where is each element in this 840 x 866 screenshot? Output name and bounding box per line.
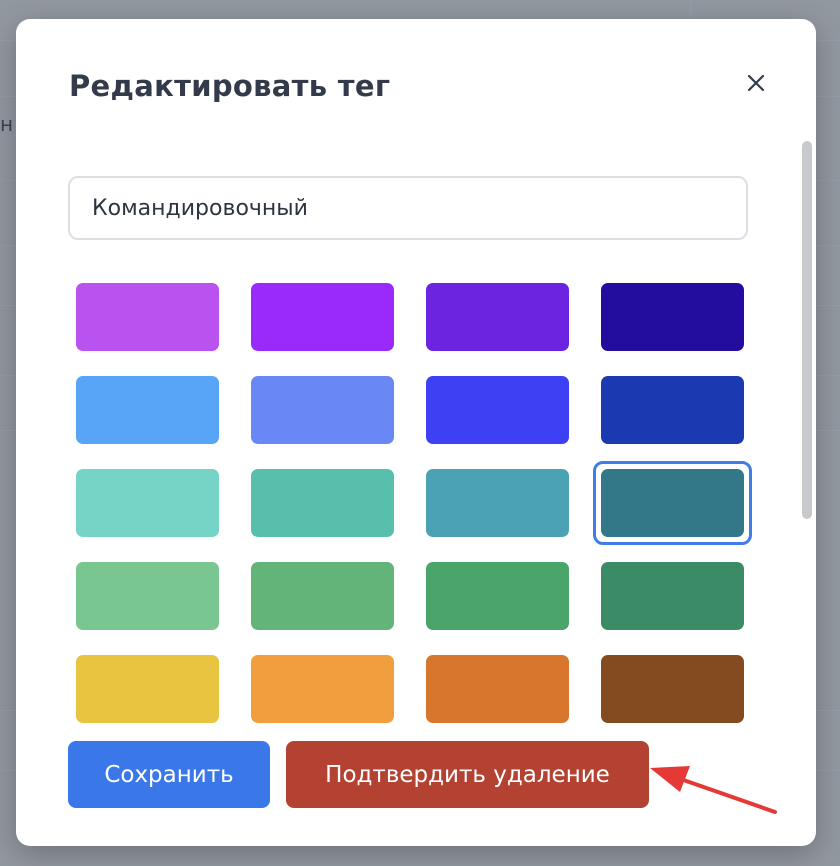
color-swatch[interactable] bbox=[601, 655, 744, 723]
color-swatch[interactable] bbox=[601, 283, 744, 351]
close-button[interactable] bbox=[744, 71, 768, 95]
save-button[interactable]: Сохранить bbox=[68, 741, 270, 808]
close-icon bbox=[747, 74, 765, 92]
color-swatch[interactable] bbox=[76, 562, 219, 630]
color-swatch[interactable] bbox=[76, 376, 219, 444]
color-swatch[interactable] bbox=[426, 655, 569, 723]
color-palette bbox=[68, 264, 768, 724]
color-swatch[interactable] bbox=[76, 655, 219, 723]
color-swatch[interactable] bbox=[426, 376, 569, 444]
tag-name-input[interactable] bbox=[68, 176, 748, 240]
color-swatch[interactable] bbox=[251, 283, 394, 351]
dialog-title: Редактировать тег bbox=[69, 69, 391, 103]
color-swatch[interactable] bbox=[593, 461, 752, 545]
scrollbar[interactable] bbox=[799, 141, 812, 521]
color-swatch[interactable] bbox=[251, 376, 394, 444]
color-swatch[interactable] bbox=[426, 283, 569, 351]
color-swatch[interactable] bbox=[426, 469, 569, 537]
color-swatch[interactable] bbox=[76, 283, 219, 351]
background-text-fragment: н bbox=[0, 112, 14, 136]
color-swatch[interactable] bbox=[426, 562, 569, 630]
edit-tag-dialog: Редактировать тег Сохранить Подтвердить … bbox=[16, 19, 816, 846]
scrollbar-thumb[interactable] bbox=[802, 141, 812, 519]
color-swatch[interactable] bbox=[76, 469, 219, 537]
color-swatch[interactable] bbox=[251, 562, 394, 630]
confirm-delete-button[interactable]: Подтвердить удаление bbox=[286, 741, 649, 808]
color-swatch[interactable] bbox=[251, 655, 394, 723]
color-swatch[interactable] bbox=[601, 376, 744, 444]
color-swatch[interactable] bbox=[251, 469, 394, 537]
color-swatch[interactable] bbox=[601, 562, 744, 630]
background-divider bbox=[690, 0, 691, 18]
